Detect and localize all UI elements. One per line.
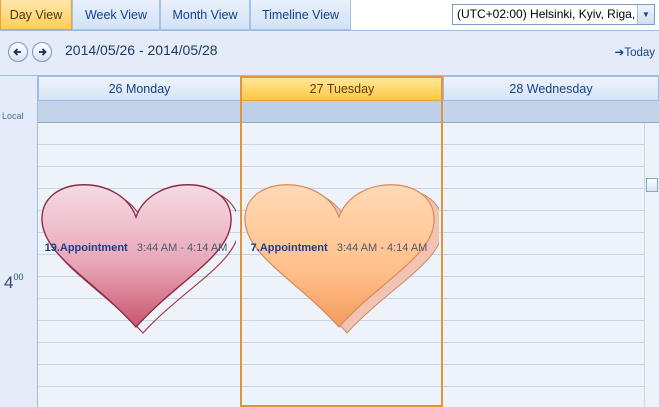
scheduler-grid: Local 400 26 Monday 27 Tuesday 28 Wednes… bbox=[0, 76, 659, 407]
hour-label: 400 bbox=[4, 272, 23, 293]
all-day-area[interactable] bbox=[443, 101, 659, 123]
scrollbar-thumb[interactable] bbox=[646, 178, 658, 192]
arrow-right-icon: ➔ bbox=[614, 47, 625, 59]
appointment-subject: 19.Appointment bbox=[44, 242, 128, 254]
day-header[interactable]: 26 Monday bbox=[38, 76, 241, 101]
arrow-right-icon bbox=[39, 48, 47, 56]
view-tab-bar: Day View Week View Month View Timeline V… bbox=[0, 0, 659, 31]
previous-button[interactable] bbox=[8, 42, 28, 62]
hour-minutes: 00 bbox=[13, 272, 24, 282]
all-day-area[interactable] bbox=[38, 101, 241, 123]
date-range-label: 2014/05/26 - 2014/05/28 bbox=[65, 42, 218, 58]
tab-timeline-view[interactable]: Timeline View bbox=[250, 0, 351, 30]
day-column-wednesday: 28 Wednesday bbox=[443, 76, 659, 407]
timezone-select[interactable]: (UTC+02:00) Helsinki, Kyiv, Riga, ▼ bbox=[452, 4, 655, 25]
day-header[interactable]: 27 Tuesday bbox=[241, 76, 443, 101]
next-button[interactable] bbox=[32, 42, 52, 62]
appointment-text: 7.Appointment 3:44 AM - 4:14 AM bbox=[244, 241, 434, 256]
tab-month-view[interactable]: Month View bbox=[160, 0, 250, 30]
heart-shape bbox=[244, 184, 439, 334]
date-navigation-bar: 2014/05/26 - 2014/05/28 ➔Today bbox=[0, 31, 659, 76]
timezone-value: (UTC+02:00) Helsinki, Kyiv, Riga, bbox=[457, 7, 636, 21]
all-day-area[interactable] bbox=[241, 101, 443, 123]
time-ruler: Local 400 bbox=[0, 76, 38, 407]
tab-week-view[interactable]: Week View bbox=[72, 0, 160, 30]
heart-shape bbox=[41, 184, 236, 334]
appointment-subject: 7.Appointment bbox=[250, 242, 328, 254]
time-slots[interactable] bbox=[443, 123, 659, 407]
today-label: Today bbox=[624, 47, 655, 59]
appointment-text: 19.Appointment 3:44 AM - 4:14 AM bbox=[41, 241, 231, 256]
time-zone-label: Local bbox=[2, 111, 24, 121]
appointment-7[interactable]: 7.Appointment 3:44 AM - 4:14 AM bbox=[244, 177, 439, 342]
appointment-time: 3:44 AM - 4:14 AM bbox=[136, 242, 228, 254]
dropdown-arrow-icon[interactable]: ▼ bbox=[637, 5, 654, 24]
arrow-left-icon bbox=[13, 48, 21, 56]
day-header[interactable]: 28 Wednesday bbox=[443, 76, 659, 101]
today-button[interactable]: ➔Today bbox=[615, 45, 655, 59]
appointment-time: 3:44 AM - 4:14 AM bbox=[336, 242, 428, 254]
vertical-scrollbar[interactable] bbox=[644, 123, 659, 407]
tab-day-view[interactable]: Day View bbox=[0, 0, 72, 30]
appointment-19[interactable]: 19.Appointment 3:44 AM - 4:14 AM bbox=[41, 177, 236, 342]
